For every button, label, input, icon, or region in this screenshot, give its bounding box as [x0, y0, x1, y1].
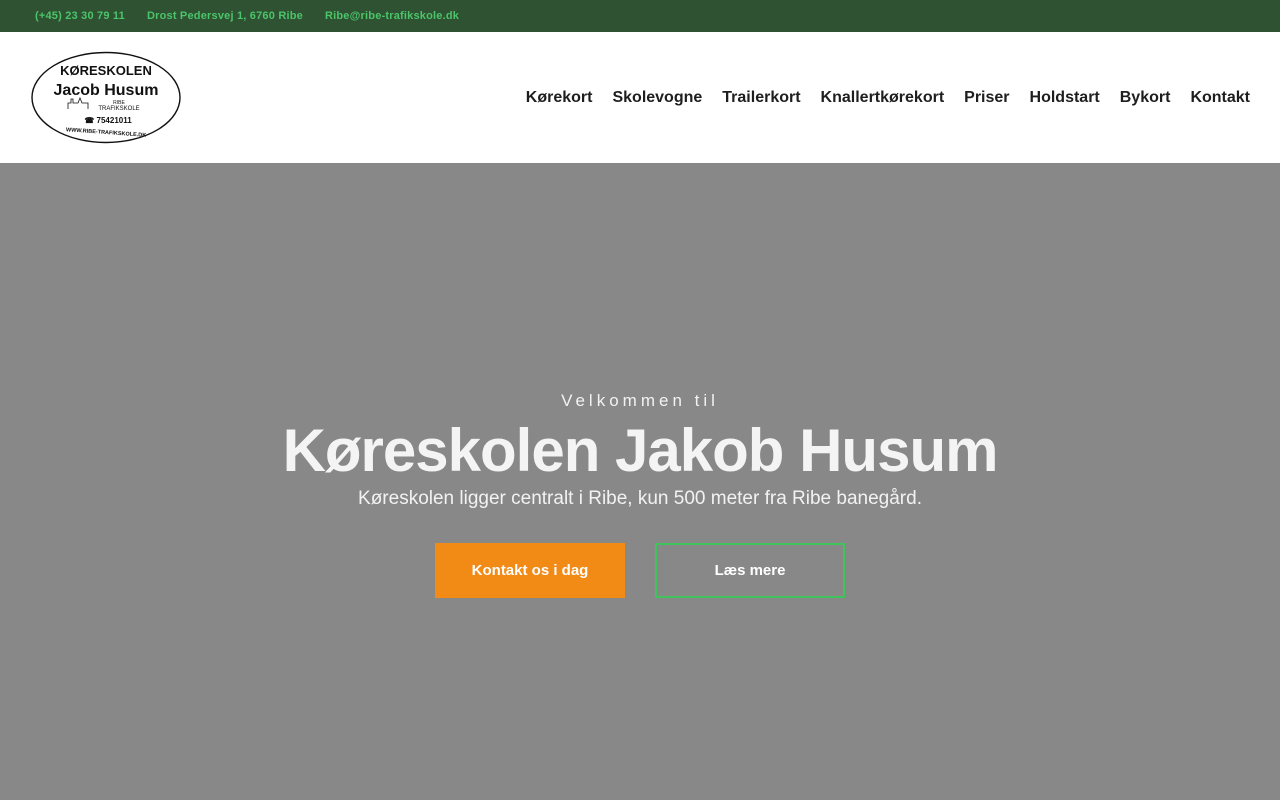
nav-item-kontakt[interactable]: Kontakt	[1190, 89, 1250, 107]
nav-item-holdstart[interactable]: Holdstart	[1030, 89, 1100, 107]
topbar-address-link[interactable]: Drost Pedersvej 1, 6760 Ribe	[147, 10, 303, 22]
hero-buttons: Kontakt os i dag Læs mere	[0, 543, 1280, 598]
nav-item-bykort[interactable]: Bykort	[1120, 89, 1171, 107]
hero-content: Velkommen til Køreskolen Jakob Husum Kør…	[0, 391, 1280, 598]
nav-item-korekort[interactable]: Kørekort	[526, 89, 593, 107]
nav-item-skolevogne[interactable]: Skolevogne	[612, 89, 702, 107]
hero-eyebrow: Velkommen til	[561, 391, 719, 410]
site-header: KØRESKOLEN Jacob Husum RIBE TRAFIKSKOLE …	[0, 32, 1280, 163]
logo-line4: TRAFIKSKOLE	[98, 106, 139, 112]
topbar-email-link[interactable]: Ribe@ribe-trafikskole.dk	[325, 10, 459, 22]
top-contact-bar: (+45) 23 30 79 11 Drost Pedersvej 1, 676…	[0, 0, 1280, 32]
site-logo[interactable]: KØRESKOLEN Jacob Husum RIBE TRAFIKSKOLE …	[30, 51, 182, 144]
hero-title: Køreskolen Jakob Husum	[282, 417, 999, 484]
hero-subtitle: Køreskolen ligger centralt i Ribe, kun 5…	[358, 488, 922, 509]
logo-line2: Jacob Husum	[54, 82, 159, 99]
main-nav: Kørekort Skolevogne Trailerkort Knallert…	[506, 89, 1250, 107]
read-more-button[interactable]: Læs mere	[655, 543, 845, 598]
logo-seal: KØRESKOLEN Jacob Husum RIBE TRAFIKSKOLE …	[31, 51, 181, 144]
logo-line1: KØRESKOLEN	[60, 63, 152, 78]
nav-item-knallertkorekort[interactable]: Knallertkørekort	[821, 89, 945, 107]
hero-section: Velkommen til Køreskolen Jakob Husum Kør…	[0, 163, 1280, 800]
nav-item-trailerkort[interactable]: Trailerkort	[722, 89, 800, 107]
topbar-phone-link[interactable]: (+45) 23 30 79 11	[35, 10, 125, 22]
contact-us-button[interactable]: Kontakt os i dag	[435, 543, 625, 598]
nav-item-priser[interactable]: Priser	[964, 89, 1009, 107]
logo-phone: ☎ 75421011	[84, 116, 132, 125]
